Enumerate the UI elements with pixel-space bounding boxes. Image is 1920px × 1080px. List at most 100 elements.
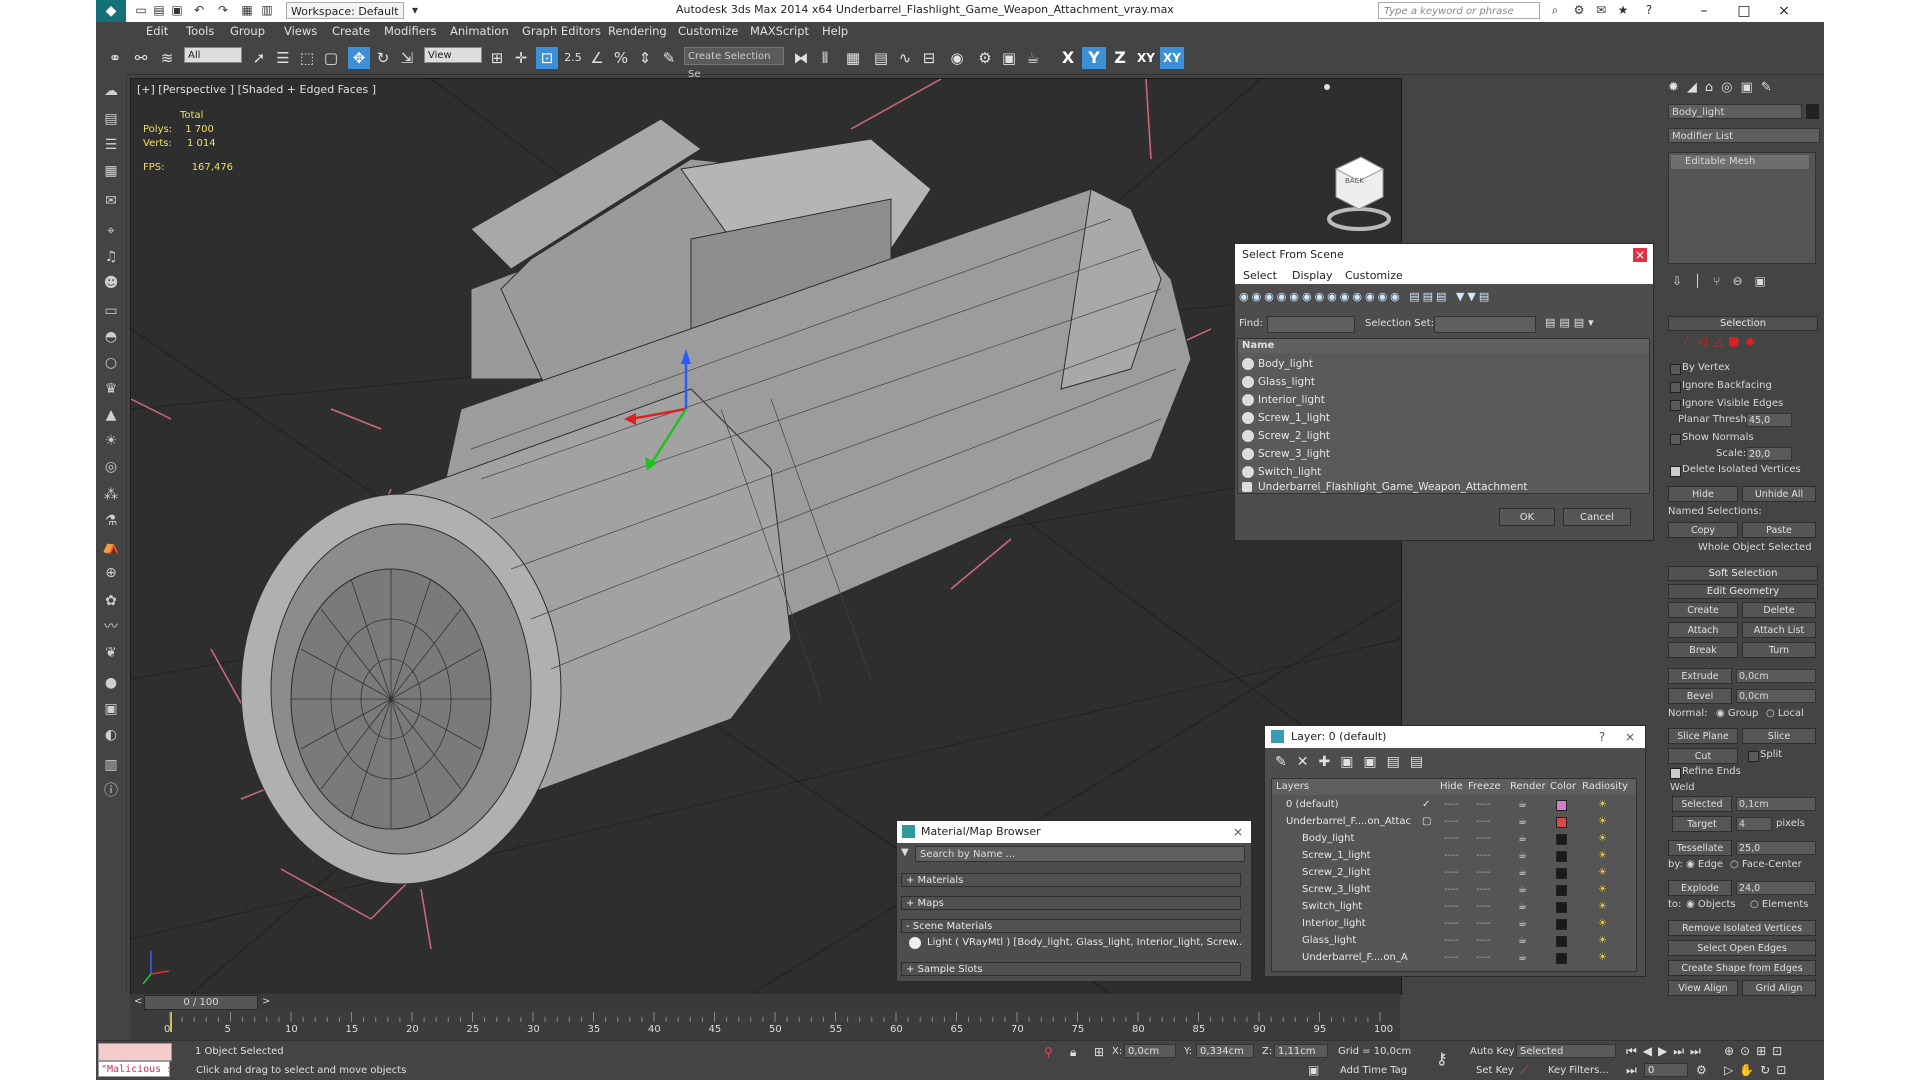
layer-color-swatch[interactable] — [1556, 885, 1567, 896]
modifier-stack[interactable]: Editable Mesh — [1668, 152, 1816, 264]
particles-icon[interactable]: ⁂ — [100, 484, 122, 506]
character-icon[interactable]: ☻ — [100, 272, 122, 294]
unlink-icon[interactable]: ⚯ — [130, 47, 152, 69]
ignore-visible-edges-checkbox[interactable] — [1670, 400, 1681, 411]
freeze-toggle[interactable]: ---- — [1476, 882, 1490, 898]
layer-color-swatch[interactable] — [1556, 868, 1567, 879]
render-frame-icon[interactable]: ▣ — [100, 698, 122, 720]
render-production-icon[interactable]: ☕ — [1022, 47, 1044, 69]
layer-panel-close-icon[interactable]: × — [1623, 730, 1637, 744]
communication-icon[interactable]: ✉ — [1594, 3, 1608, 17]
box-primitive-icon[interactable]: ▭ — [100, 300, 122, 322]
sfs-menu-display[interactable]: Display — [1292, 269, 1333, 282]
col-radiosity[interactable]: Radiosity — [1582, 779, 1628, 795]
select-manipulate-icon[interactable]: ✛ — [510, 47, 532, 69]
radiosity-icon[interactable]: ☀ — [1598, 950, 1607, 966]
layer-color-swatch[interactable] — [1556, 936, 1567, 947]
plant-icon[interactable]: ✿ — [100, 590, 122, 612]
remove-isolated-button[interactable]: Remove Isolated Vertices — [1668, 920, 1816, 936]
copy-button[interactable]: Copy — [1668, 522, 1738, 538]
table-row[interactable]: Screw_3_light ---- ---- ☕ ☀ — [1272, 882, 1636, 898]
object-color-swatch[interactable] — [1806, 104, 1819, 119]
table-row[interactable]: Underbarrel_F....on_A ---- ---- ☕ ☀ — [1272, 950, 1636, 966]
sfs-column-name[interactable]: Name — [1238, 339, 1649, 353]
sfs-set-tools-icons[interactable]: ▤▤▤▾ — [1545, 316, 1598, 329]
schematic-view-icon[interactable]: ⊟ — [918, 47, 940, 69]
x-coord-field[interactable]: 0,0cm — [1124, 1044, 1176, 1058]
camera-icon[interactable]: ⌖ — [100, 220, 122, 242]
explode-button[interactable]: Explode — [1668, 880, 1732, 896]
layer-panel-help-icon[interactable]: ? — [1595, 730, 1609, 744]
viewport-label[interactable]: [+] [Perspective ] [Shaded + Edged Faces… — [137, 83, 376, 96]
material-search-input[interactable]: Search by Name ... — [915, 846, 1245, 862]
sphere-icon[interactable]: ○ — [100, 352, 122, 374]
normal-local-radio[interactable]: ○ Local — [1766, 708, 1804, 719]
create-button[interactable]: Create — [1668, 602, 1738, 618]
list-view-icon[interactable]: ☰ — [100, 134, 122, 156]
hide-toggle[interactable]: ---- — [1444, 950, 1458, 966]
time-slider[interactable]: < 0 / 100 > — [130, 994, 1400, 1010]
radiosity-icon[interactable]: ☀ — [1598, 899, 1607, 915]
col-hide[interactable]: Hide — [1440, 779, 1463, 795]
menu-group[interactable]: Group — [230, 24, 265, 38]
render-teapot-icon[interactable]: ☕ — [1518, 797, 1527, 813]
radiosity-icon[interactable]: ☀ — [1598, 865, 1607, 881]
object-name-field[interactable]: Body_light — [1668, 104, 1802, 119]
col-color[interactable]: Color — [1550, 779, 1576, 795]
mb-group-sample-slots[interactable]: + Sample Slots — [901, 962, 1241, 976]
freeze-toggle[interactable]: ---- — [1476, 933, 1490, 949]
keyword-search-input[interactable]: Type a keyword or phrase — [1378, 2, 1540, 19]
list-item[interactable]: Screw_3_light — [1238, 445, 1649, 463]
render-sphere-icon[interactable]: ● — [100, 672, 122, 694]
cloth-icon[interactable]: ❦ — [100, 642, 122, 664]
hide-toggle[interactable]: ---- — [1444, 814, 1458, 830]
radiosity-icon[interactable]: ☀ — [1598, 831, 1607, 847]
render-teapot-icon[interactable]: ☕ — [1518, 831, 1527, 847]
viewcube-face-label[interactable]: BACK — [1345, 177, 1364, 185]
unhide-all-button[interactable]: Unhide All — [1742, 486, 1816, 502]
favorites-star-icon[interactable]: ★ — [1616, 3, 1630, 17]
redo-icon[interactable]: ↷ — [216, 3, 230, 17]
render-teapot-icon[interactable]: ☕ — [1518, 950, 1527, 966]
table-row[interactable]: Glass_light ---- ---- ☕ ☀ — [1272, 933, 1636, 949]
radiosity-icon[interactable]: ☀ — [1598, 848, 1607, 864]
maxscript-listener-input[interactable]: "Malicious s — [98, 1061, 170, 1077]
current-frame-field[interactable]: 0 — [1644, 1063, 1688, 1077]
render-teapot-icon[interactable]: ☕ — [1518, 882, 1527, 898]
scene-material-item[interactable]: Light ( VRayMtl ) [Body_light, Glass_lig… — [927, 937, 1243, 948]
select-move-icon[interactable]: ✥ — [348, 47, 370, 69]
menu-maxscript[interactable]: MAXScript — [750, 24, 809, 38]
z-coord-field[interactable]: 1,11cm — [1274, 1044, 1328, 1058]
bevel-button[interactable]: Bevel — [1668, 688, 1732, 704]
select-by-name-icon[interactable]: ☰ — [272, 47, 294, 69]
close-window-button[interactable]: × — [1764, 0, 1804, 22]
table-row[interactable]: 0 (default) ✓ ---- ---- ☕ ☀ — [1272, 797, 1636, 813]
hair-icon[interactable]: 〰 — [100, 616, 122, 638]
image-viewer-icon[interactable]: ▤ — [100, 108, 122, 130]
by-edge-radio[interactable]: ◉ Edge — [1686, 859, 1723, 870]
active-layer-check-icon[interactable]: ▢ — [1422, 814, 1431, 830]
weld-selected-button[interactable]: Selected — [1672, 796, 1732, 812]
sfs-ok-button[interactable]: OK — [1499, 508, 1555, 526]
ignore-backfacing-checkbox[interactable] — [1670, 382, 1681, 393]
menu-graph-editors[interactable]: Graph Editors — [522, 24, 601, 38]
save-file-icon[interactable]: ▣ — [170, 3, 184, 17]
window-crossing-icon[interactable]: ▢ — [320, 47, 342, 69]
hide-toggle[interactable]: ---- — [1444, 848, 1458, 864]
select-from-scene-close-icon[interactable]: × — [1633, 248, 1647, 262]
graphite-ribbon-icon[interactable]: ▤ — [870, 47, 892, 69]
bind-spacewarp-icon[interactable]: ≋ — [156, 47, 178, 69]
hide-button[interactable]: Hide — [1668, 486, 1738, 502]
menu-modifiers[interactable]: Modifiers — [384, 24, 437, 38]
menu-animation[interactable]: Animation — [450, 24, 509, 38]
weld-target-button[interactable]: Target — [1672, 816, 1732, 832]
extrude-button[interactable]: Extrude — [1668, 668, 1732, 684]
render-teapot-icon[interactable]: ☕ — [1518, 865, 1527, 881]
attach-button[interactable]: Attach — [1668, 622, 1738, 638]
col-freeze[interactable]: Freeze — [1468, 779, 1501, 795]
align-icon[interactable]: ⫴ — [814, 47, 836, 69]
table-row[interactable]: Body_light ---- ---- ☕ ☀ — [1272, 831, 1636, 847]
sun-icon[interactable]: ☀ — [100, 430, 122, 452]
explode-spinner[interactable]: 24,0 — [1736, 881, 1816, 895]
axis-xy-button[interactable]: XY — [1134, 47, 1158, 69]
